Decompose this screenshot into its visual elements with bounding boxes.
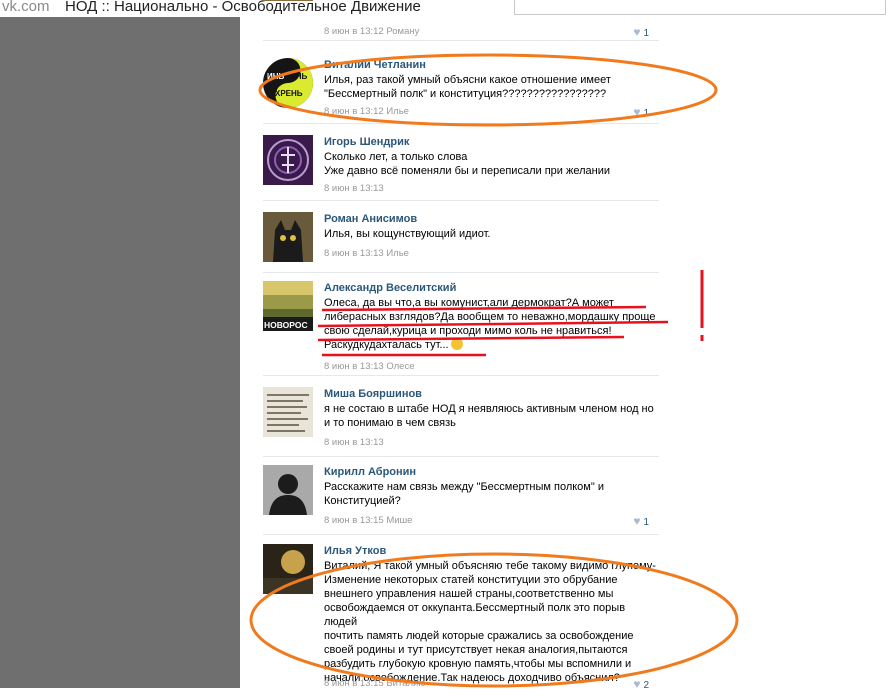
avatar[interactable]: НОВОРОС	[263, 281, 313, 331]
comment-meta[interactable]: 8 июн в 13:13 Олесе	[324, 361, 414, 372]
comment-meta[interactable]: 8 июн в 13:13	[324, 183, 384, 194]
comment-separator	[263, 375, 659, 376]
heart-icon: ♥	[633, 25, 641, 39]
avatar[interactable]	[263, 465, 313, 515]
title-blank-area	[514, 0, 886, 15]
comment-separator	[263, 272, 659, 273]
avatar[interactable]: ИНЬ ЯНЬ ХРЕНЬ	[263, 58, 313, 108]
comment-text: Расскажите нам связь между "Бессмертным …	[324, 481, 604, 507]
comment-meta[interactable]: 8 июн в 13:12 Роману	[324, 26, 419, 37]
avatar[interactable]	[263, 0, 313, 1]
author-link[interactable]: Виталий Четланин	[324, 58, 659, 73]
comment-separator	[263, 40, 659, 41]
smile-emoji-icon	[450, 338, 463, 350]
heart-icon: ♥	[633, 677, 641, 691]
comment-separator	[263, 200, 659, 201]
avatar-caption: НОВОРОС	[264, 320, 308, 330]
comment-text: я не состаю в штабе НОД я неявляюсь акти…	[324, 403, 654, 429]
author-link[interactable]: Илья Утков	[324, 544, 659, 559]
like-button[interactable]: ♥ 1	[633, 25, 649, 39]
like-count: 1	[643, 517, 649, 528]
author-link[interactable]: Кирилл Абронин	[324, 465, 659, 480]
comment-text: Илья, вы кощунствующий идиот.	[324, 228, 491, 240]
heart-icon: ♥	[633, 514, 641, 528]
comment-text: Олеса, да вы что,а вы комунист,али дермо…	[324, 297, 656, 351]
like-count: 2	[643, 680, 649, 691]
like-count: 1	[643, 108, 649, 119]
avatar[interactable]	[263, 544, 313, 594]
comment-separator	[263, 456, 659, 457]
like-count: 1	[643, 28, 649, 39]
like-button[interactable]: ♥ 2	[633, 677, 649, 691]
hren-label: ХРЕНЬ	[275, 89, 303, 98]
comment-meta[interactable]: 8 июн в 13:13 Илье	[324, 248, 409, 259]
comment-text: Сколько лет, а только слова Уже давно вс…	[324, 151, 610, 177]
author-link[interactable]: Александр Веселитский	[324, 281, 659, 296]
comment-text: Илья, раз такой умный объясни какое отно…	[324, 74, 611, 100]
avatar[interactable]	[263, 387, 313, 437]
left-sidebar	[0, 17, 240, 688]
like-button[interactable]: ♥ 1	[633, 514, 649, 528]
heart-icon: ♥	[633, 105, 641, 119]
comment-separator	[263, 534, 659, 535]
avatar[interactable]	[263, 135, 313, 185]
comment-text: Виталий, Я такой умный объясняю тебе так…	[324, 560, 656, 684]
comment-meta[interactable]: 8 июн в 13:15 Виталию	[324, 678, 426, 689]
avatar[interactable]	[263, 212, 313, 262]
window-titlebar: vk.com НОД :: Национально - Освободитель…	[0, 0, 886, 17]
like-button[interactable]: ♥ 1	[633, 105, 649, 119]
yan-label: ЯНЬ	[290, 72, 308, 81]
page-title: НОД :: Национально - Освободительное Дви…	[65, 0, 421, 15]
author-link[interactable]: Роман Анисимов	[324, 212, 659, 227]
comment-separator	[263, 123, 659, 124]
comment-meta[interactable]: 8 июн в 13:13	[324, 437, 384, 448]
comment-meta[interactable]: 8 июн в 13:12 Илье	[324, 106, 409, 117]
author-link[interactable]: Игорь Шендрик	[324, 135, 659, 150]
yin-label: ИНЬ	[267, 72, 285, 81]
author-link[interactable]: Миша Бояршинов	[324, 387, 659, 402]
site-domain: vk.com	[2, 0, 50, 15]
comment-meta[interactable]: 8 июн в 13:15 Мише	[324, 515, 412, 526]
